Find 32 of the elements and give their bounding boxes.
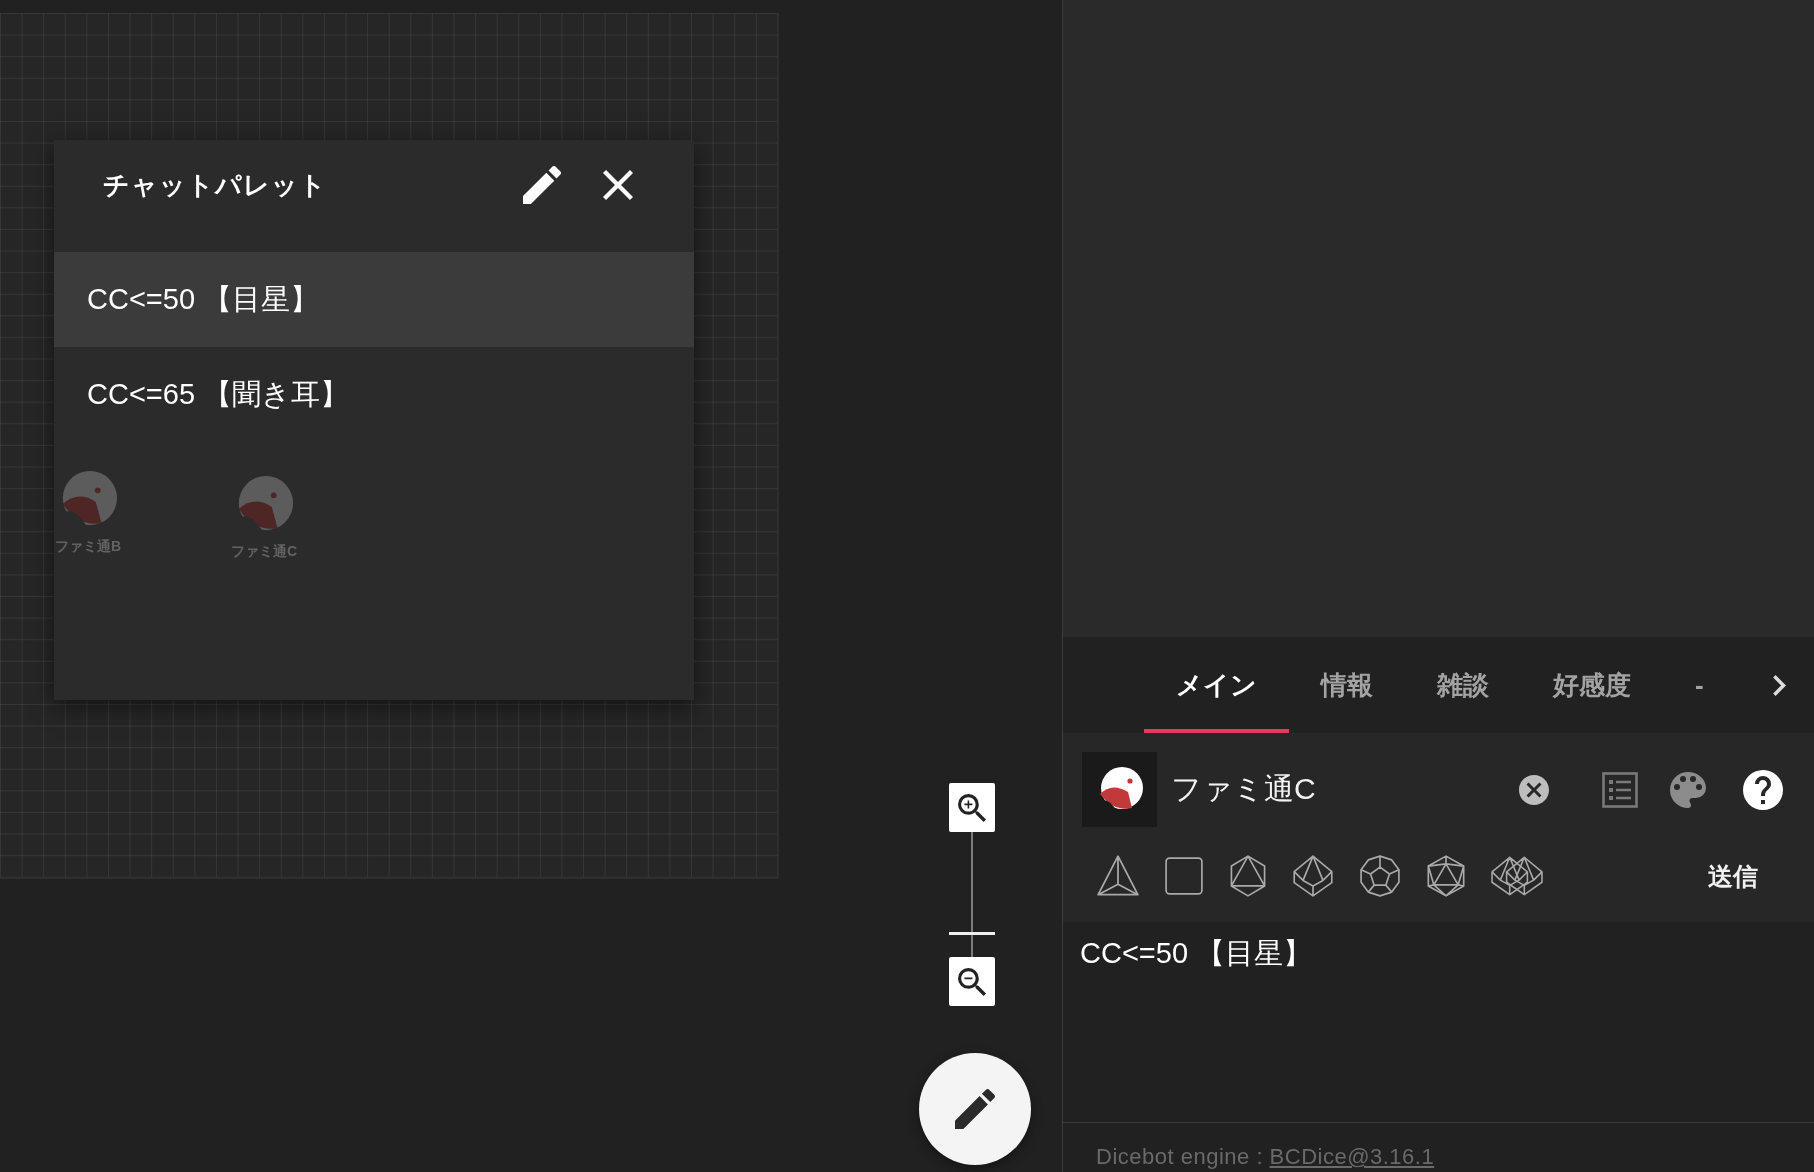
help-icon[interactable] xyxy=(1743,769,1783,810)
chat-tab[interactable]: - xyxy=(1663,637,1704,733)
send-button[interactable]: 送信 xyxy=(1696,851,1770,901)
chat-tab[interactable]: 好感度 xyxy=(1521,637,1663,733)
list-icon[interactable] xyxy=(1602,771,1638,808)
close-icon[interactable] xyxy=(603,170,633,200)
chat-tab[interactable]: 情報 xyxy=(1289,637,1405,733)
d4-dice-icon[interactable] xyxy=(1097,855,1139,897)
zoom-in-icon xyxy=(958,793,986,822)
pencil-icon xyxy=(955,1089,995,1129)
d10-dice-icon[interactable] xyxy=(1293,855,1333,897)
d20-dice-icon[interactable] xyxy=(1427,855,1465,897)
zoom-out-icon xyxy=(958,967,986,996)
dicebot-engine-text: Dicebot engine : BCDice@3.16.1 xyxy=(1096,1144,1435,1170)
palette-item[interactable]: CC<=65 【聞き耳】 xyxy=(54,347,694,442)
chat-tab[interactable]: メイン xyxy=(1144,637,1289,733)
palette-item[interactable]: CC<=50 【目星】 xyxy=(54,252,694,347)
chat-tab[interactable]: 雑談 xyxy=(1405,637,1521,733)
zoom-out-button[interactable] xyxy=(949,957,995,1006)
chevron-right-icon[interactable] xyxy=(1772,674,1786,696)
zoom-slider-thumb[interactable] xyxy=(949,932,995,936)
d8-dice-icon[interactable] xyxy=(1229,855,1267,897)
character-name: ファミ通C xyxy=(1171,771,1316,807)
d12-dice-icon[interactable] xyxy=(1359,855,1401,897)
palette-icon[interactable] xyxy=(1670,771,1706,808)
d6-dice-icon[interactable] xyxy=(1165,857,1203,895)
avatar-icon[interactable] xyxy=(1082,752,1157,827)
d100-dice-icon[interactable] xyxy=(1491,856,1543,896)
zoom-in-button[interactable] xyxy=(949,783,995,832)
window-title: チャットパレット xyxy=(103,168,327,202)
pencil-icon[interactable] xyxy=(523,166,561,204)
clear-icon[interactable] xyxy=(1519,774,1549,805)
